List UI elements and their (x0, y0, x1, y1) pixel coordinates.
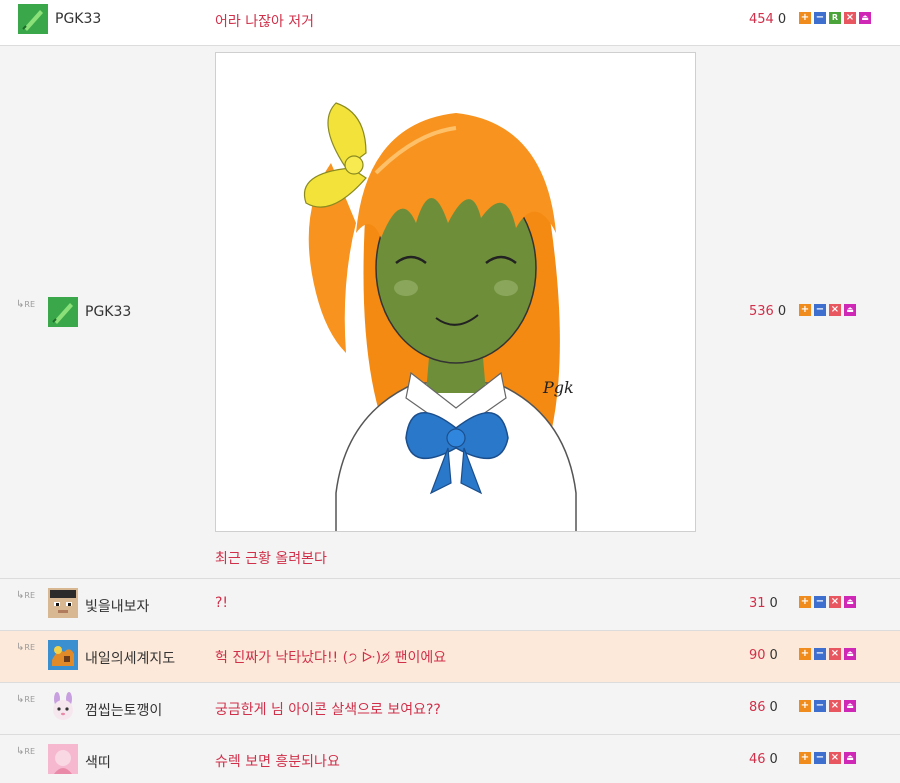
comment-row-6: ↳RE 색띠 슈렉 보면 흥분되나요 46 0 + − × ⏏ (0, 735, 900, 783)
nickname[interactable]: 빛을내보자 (85, 596, 149, 616)
delete-button[interactable]: × (829, 304, 841, 316)
world-map-avatar[interactable] (48, 640, 78, 670)
downvote-button[interactable]: − (814, 596, 826, 608)
pixel-avatar[interactable] (48, 588, 78, 618)
nickname[interactable]: PGK33 (55, 11, 101, 27)
score: 90 0 (749, 648, 778, 663)
upvote-button[interactable]: + (799, 596, 811, 608)
comment-row-5: ↳RE 껌씹는토깽이 궁금한게 님 아이콘 살색으로 보여요?? 86 0 + −… (0, 683, 900, 735)
comment-text[interactable]: 헉 진짜가 낙타났다!! (੭ ᐕ)੭̸ 팬이에요 (215, 647, 446, 667)
comment-text[interactable]: 어라 나잖아 저거 (215, 11, 314, 31)
leaf-avatar[interactable] (48, 297, 78, 327)
score-value: 454 (749, 12, 774, 27)
action-buttons: + − × ⏏ (799, 304, 856, 316)
score-value: 86 (749, 700, 766, 715)
action-buttons: + − × ⏏ (799, 752, 856, 764)
score-value: 536 (749, 304, 774, 319)
delete-button[interactable]: × (844, 12, 856, 24)
comment-row-3: ↳RE 빛을내보자 ?! 31 0 + − × ⏏ (0, 579, 900, 631)
score: 86 0 (749, 700, 778, 715)
action-buttons: + − × ⏏ (799, 700, 856, 712)
report-button[interactable]: ⏏ (844, 752, 856, 764)
downvote-button[interactable]: − (814, 700, 826, 712)
comment-row-4: ↳RE 내일의세계지도 헉 진짜가 낙타났다!! (੭ ᐕ)੭̸ 팬이에요 90… (0, 631, 900, 683)
reply-indicator: ↳RE (16, 694, 36, 705)
delete-button[interactable]: × (829, 648, 841, 660)
downvote-button[interactable]: − (814, 12, 826, 24)
reply-button[interactable]: R (829, 12, 841, 24)
downvote-button[interactable]: − (814, 648, 826, 660)
action-buttons: + − × ⏏ (799, 648, 856, 660)
score: 536 0 (749, 304, 786, 319)
artist-signature: Pgk (542, 378, 574, 397)
report-button[interactable]: ⏏ (844, 596, 856, 608)
nickname[interactable]: 내일의세계지도 (85, 648, 175, 668)
comment-text[interactable]: ?! (215, 595, 228, 611)
report-button[interactable]: ⏏ (844, 700, 856, 712)
reply-count: 0 (769, 596, 778, 611)
attached-image[interactable]: Pgk (215, 52, 696, 532)
anime-girl-drawing: Pgk (303, 102, 577, 531)
leaf-avatar[interactable] (18, 4, 48, 34)
score: 31 0 (749, 596, 778, 611)
comment-text[interactable]: 최근 근황 올려본다 (215, 548, 327, 568)
score-value: 46 (749, 752, 766, 767)
delete-button[interactable]: × (829, 700, 841, 712)
reply-indicator: ↳RE (16, 642, 36, 653)
reply-count: 0 (769, 752, 778, 767)
report-button[interactable]: ⏏ (844, 648, 856, 660)
delete-button[interactable]: × (829, 752, 841, 764)
upvote-button[interactable]: + (799, 648, 811, 660)
upvote-button[interactable]: + (799, 752, 811, 764)
pink-avatar[interactable] (48, 744, 78, 774)
reply-count: 0 (777, 12, 787, 27)
reply-indicator: ↳RE (16, 299, 36, 310)
reply-count: 0 (769, 648, 778, 663)
upvote-button[interactable]: + (799, 304, 811, 316)
upvote-button[interactable]: + (799, 12, 811, 24)
comment-row-1: PGK33 어라 나잖아 저거 454 0 + − R × ⏏ (0, 0, 900, 46)
comment-text[interactable]: 슈렉 보면 흥분되나요 (215, 751, 340, 771)
score-value: 90 (749, 648, 766, 663)
reply-indicator: ↳RE (16, 746, 36, 757)
reply-indicator: ↳RE (16, 590, 36, 601)
downvote-button[interactable]: − (814, 752, 826, 764)
score-value: 31 (749, 596, 766, 611)
upvote-button[interactable]: + (799, 700, 811, 712)
bunny-avatar[interactable] (48, 692, 78, 722)
comment-text[interactable]: 궁금한게 님 아이콘 살색으로 보여요?? (215, 699, 441, 719)
score: 454 0 (749, 12, 786, 27)
nickname[interactable]: PGK33 (85, 304, 131, 320)
report-button[interactable]: ⏏ (859, 12, 871, 24)
action-buttons: + − × ⏏ (799, 596, 856, 608)
reply-count: 0 (769, 700, 778, 715)
nickname[interactable]: 껌씹는토깽이 (85, 700, 162, 720)
nickname[interactable]: 색띠 (85, 752, 111, 772)
score: 46 0 (749, 752, 778, 767)
delete-button[interactable]: × (829, 596, 841, 608)
report-button[interactable]: ⏏ (844, 304, 856, 316)
reply-count: 0 (777, 304, 787, 319)
downvote-button[interactable]: − (814, 304, 826, 316)
action-buttons: + − R × ⏏ (799, 12, 871, 24)
